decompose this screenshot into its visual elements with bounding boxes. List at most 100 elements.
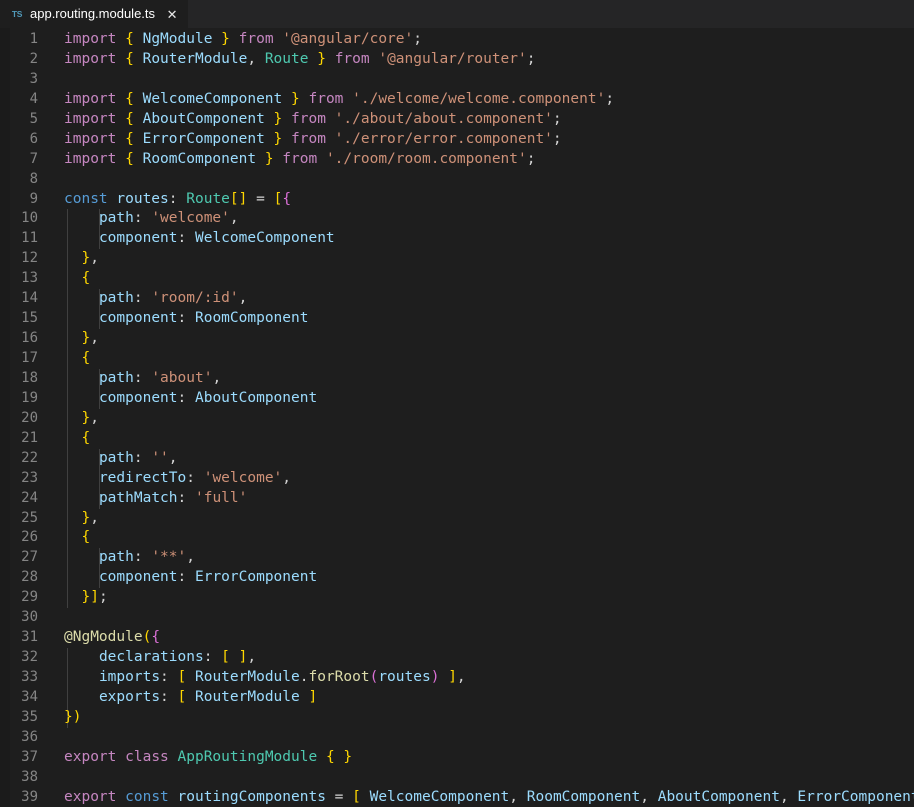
- line-number: 15: [21, 310, 38, 327]
- code-line[interactable]: 19 component: AboutComponent: [0, 388, 914, 409]
- line-number: 6: [29, 130, 38, 147]
- code-line[interactable]: 28 component: ErrorComponent: [0, 568, 914, 589]
- code-editor[interactable]: 1 import { NgModule } from '@angular/core…: [0, 28, 914, 807]
- code-line-text: path: '',: [98, 449, 178, 466]
- code-line-text: redirectTo: 'welcome',: [98, 469, 292, 486]
- code-line-text: {: [81, 350, 91, 366]
- code-line[interactable]: 39 export const routingComponents = [ Wel…: [0, 788, 914, 807]
- code-line[interactable]: 26 {: [0, 528, 914, 549]
- code-line-text: component: RoomComponent: [98, 310, 309, 327]
- code-line-text: exports: [ RouterModule ]: [98, 688, 318, 705]
- code-line[interactable]: 17 {: [0, 349, 914, 369]
- line-number: 31: [21, 629, 38, 646]
- tab-app-routing-module-ts[interactable]: TS app.routing.module.ts ✕: [0, 0, 190, 28]
- code-line[interactable]: 27 path: '**',: [0, 548, 914, 569]
- code-line-text: pathMatch: 'full': [98, 489, 248, 506]
- code-line[interactable]: 21 {: [0, 428, 914, 449]
- code-line[interactable]: 32 declarations: [ ],: [0, 648, 914, 668]
- code-line[interactable]: 36: [0, 728, 914, 748]
- code-line[interactable]: 11 component: WelcomeComponent: [0, 229, 914, 250]
- code-line-text: path: 'room/:id',: [98, 290, 248, 307]
- code-line[interactable]: 18 path: 'about',: [0, 368, 914, 389]
- editor-tab-bar: TS app.routing.module.ts ✕: [0, 0, 914, 28]
- code-line[interactable]: 22 path: '',: [0, 448, 914, 469]
- code-line[interactable]: 23 redirectTo: 'welcome',: [0, 468, 914, 489]
- line-number: 13: [21, 270, 38, 287]
- code-line-text: declarations: [ ],: [98, 649, 257, 666]
- line-number: 12: [21, 250, 38, 267]
- line-number: 25: [21, 509, 38, 526]
- line-number: 18: [21, 369, 38, 386]
- line-number: 22: [21, 449, 38, 466]
- code-line[interactable]: 10 path: 'welcome',: [0, 209, 914, 230]
- code-line[interactable]: 14 path: 'room/:id',: [0, 289, 914, 310]
- code-line-text: },: [81, 250, 99, 267]
- line-number: 39: [21, 788, 38, 805]
- line-number: 11: [21, 230, 38, 247]
- code-line[interactable]: 37 export class AppRoutingModule { }: [0, 748, 914, 768]
- line-number: 34: [21, 688, 38, 705]
- code-line-text: export class AppRoutingModule { }: [64, 748, 353, 765]
- code-line-text: @NgModule({: [64, 629, 161, 646]
- line-number: 30: [21, 609, 38, 626]
- code-line-text: const routes: Route[] = [{: [64, 190, 292, 207]
- code-line[interactable]: 20 },: [0, 408, 914, 429]
- line-number: 7: [29, 150, 38, 167]
- code-line[interactable]: 5 import { AboutComponent } from './about…: [0, 110, 914, 130]
- typescript-file-icon: TS: [11, 8, 23, 19]
- code-line[interactable]: 12 },: [0, 249, 914, 270]
- line-number: 4: [29, 90, 38, 107]
- code-line[interactable]: 31 @NgModule({: [0, 628, 914, 648]
- code-line[interactable]: 6 import { ErrorComponent } from './error…: [0, 130, 914, 150]
- line-number: 29: [21, 589, 38, 606]
- code-line-text: {: [81, 429, 91, 446]
- line-number: 19: [21, 389, 38, 406]
- code-line[interactable]: 16 },: [0, 329, 914, 349]
- code-lines-container[interactable]: 1 import { NgModule } from '@angular/core…: [0, 30, 914, 807]
- code-line[interactable]: 7 import { RoomComponent } from './room/r…: [0, 150, 914, 170]
- line-number: 32: [21, 649, 38, 666]
- code-line[interactable]: 1 import { NgModule } from '@angular/core…: [0, 30, 914, 50]
- line-number: 3: [29, 70, 38, 87]
- code-line-text: component: WelcomeComponent: [98, 230, 335, 247]
- code-line-text: component: ErrorComponent: [98, 569, 318, 586]
- code-line[interactable]: 8: [0, 170, 914, 190]
- line-number: 2: [29, 50, 38, 67]
- code-line[interactable]: 9 const routes: Route[] = [{: [0, 190, 914, 210]
- code-line[interactable]: 3: [0, 70, 914, 90]
- code-line[interactable]: 35}): [0, 707, 914, 728]
- code-line[interactable]: 29 }];: [0, 588, 914, 609]
- line-number: 37: [21, 748, 38, 765]
- close-icon[interactable]: ✕: [164, 6, 180, 22]
- line-number: 33: [21, 669, 38, 685]
- line-number: 9: [29, 190, 38, 207]
- code-line-text: path: 'about',: [98, 369, 222, 386]
- line-number: 38: [21, 768, 38, 785]
- code-line[interactable]: 38: [0, 768, 914, 788]
- line-number: 14: [21, 290, 38, 307]
- code-line[interactable]: 15 component: RoomComponent: [0, 309, 914, 330]
- line-number: 27: [21, 549, 38, 566]
- code-line[interactable]: 13 {: [0, 269, 914, 290]
- code-line[interactable]: 24 pathMatch: 'full': [0, 488, 914, 509]
- code-line-text: path: 'welcome',: [98, 210, 239, 227]
- code-line-text: },: [81, 509, 99, 526]
- code-line[interactable]: 30: [0, 608, 914, 628]
- code-line-text: },: [81, 330, 99, 347]
- code-line[interactable]: 33 imports: [ RouterModule.forRoot(route…: [0, 668, 914, 688]
- code-line-text: import { AboutComponent } from './about/…: [64, 110, 562, 127]
- code-line-text: {: [81, 270, 91, 287]
- code-line[interactable]: 34 exports: [ RouterModule ]: [0, 687, 914, 708]
- line-number: 5: [29, 110, 38, 127]
- line-number: 28: [21, 569, 38, 586]
- code-line[interactable]: 25 },: [0, 508, 914, 529]
- code-line-text: },: [81, 409, 99, 426]
- code-line[interactable]: 2 import { RouterModule, Route } from '@a…: [0, 50, 914, 70]
- code-line-text: imports: [ RouterModule.forRoot(routes) …: [98, 669, 466, 685]
- line-number: 36: [21, 728, 38, 745]
- code-line[interactable]: 4 import { WelcomeComponent } from './wel…: [0, 90, 914, 110]
- code-line-text: path: '**',: [98, 549, 195, 566]
- code-line-text: import { RouterModule, Route } from '@an…: [64, 50, 536, 67]
- line-number: 21: [21, 429, 38, 446]
- line-number: 16: [21, 330, 38, 347]
